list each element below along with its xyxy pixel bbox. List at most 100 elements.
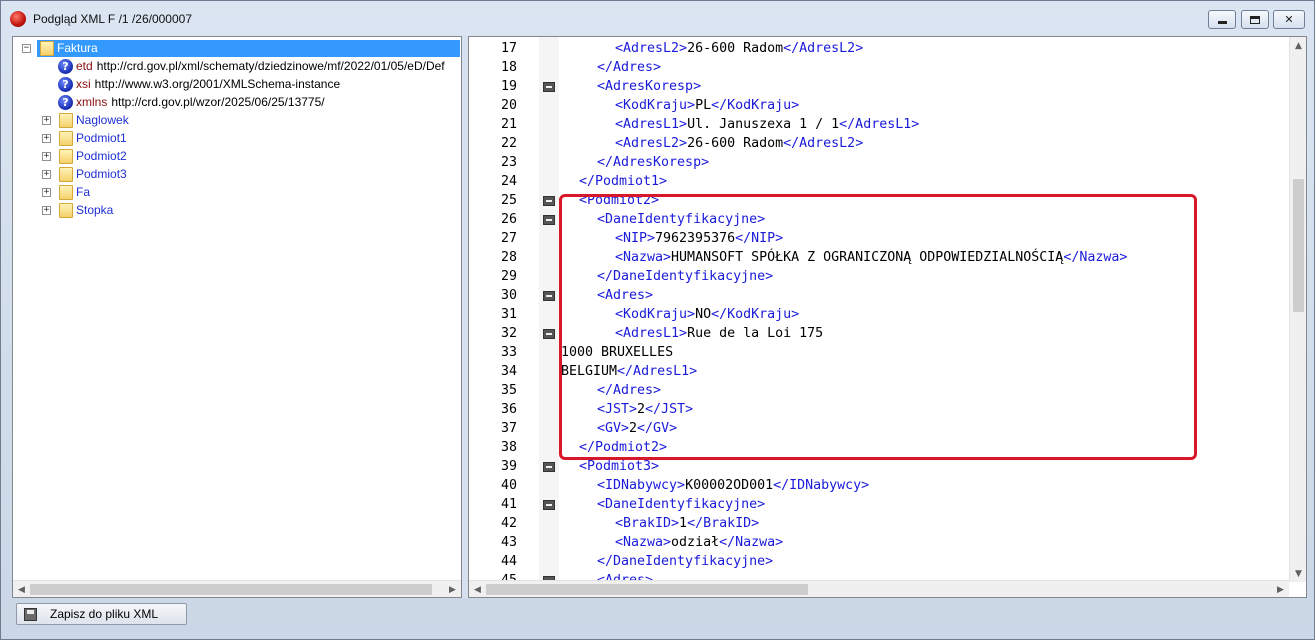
code-line[interactable]: 17 <AdresL2>26-600 Radom</AdresL2> (469, 39, 1289, 58)
tree-attribute[interactable]: ? xsi http://www.w3.org/2001/XMLSchema-ins… (58, 75, 340, 93)
code-line[interactable]: 20 <KodKraju>PL</KodKraju> (469, 96, 1289, 115)
tree-node[interactable]: Podmiot2 (59, 147, 127, 165)
code-text: <BrakID>1</BrakID> (615, 516, 759, 531)
scroll-right-icon[interactable]: ▶ (1272, 581, 1289, 597)
close-button[interactable]: ✕ (1273, 10, 1305, 29)
folder-icon (59, 148, 73, 164)
line-number: 26 (500, 212, 517, 227)
code-line[interactable]: 43 <Nazwa>odział</Nazwa> (469, 533, 1289, 552)
xml-preview-window: Podgląd XML F /1 /26/000007 ✕ − Faktura? e… (0, 0, 1315, 640)
code-line[interactable]: 39 <Podmiot3> (469, 457, 1289, 476)
expand-icon[interactable]: + (42, 116, 51, 125)
xml-tag: </Podmiot2> (579, 440, 668, 455)
tree-node[interactable]: Podmiot3 (59, 165, 127, 183)
tree-node[interactable]: Naglowek (59, 111, 129, 129)
collapse-icon[interactable]: − (22, 44, 31, 53)
code-line[interactable]: 24 </Podmiot1> (469, 172, 1289, 191)
fold-toggle-icon[interactable] (543, 462, 555, 472)
line-number: 31 (500, 307, 517, 322)
attribute-value: http://crd.gov.pl/xml/schematy/dziedzino… (96, 59, 445, 73)
expand-icon[interactable]: + (42, 134, 51, 143)
tree-node[interactable]: Podmiot1 (59, 129, 127, 147)
close-icon: ✕ (1284, 13, 1294, 26)
code-line[interactable]: 28 <Nazwa>HUMANSOFT SPÓŁKA Z OGRANICZONĄ … (469, 248, 1289, 267)
code-text: <AdresL1>Ul. Januszexa 1 / 1</AdresL1> (615, 117, 919, 132)
xml-tag: <AdresL1> (615, 326, 688, 341)
line-number: 38 (500, 440, 517, 455)
code-line[interactable]: 27 <NIP>7962395376</NIP> (469, 229, 1289, 248)
floppy-disk-icon (24, 607, 37, 621)
code-line[interactable]: 29 </DaneIdentyfikacyjne> (469, 267, 1289, 286)
scrollbar-thumb[interactable] (486, 584, 808, 595)
scroll-up-icon[interactable]: ▲ (1290, 37, 1306, 54)
xml-tag: <GV> (597, 421, 630, 436)
code-line[interactable]: 44 </DaneIdentyfikacyjne> (469, 552, 1289, 571)
xml-tag: <JST> (597, 402, 638, 417)
line-number: 43 (500, 535, 517, 550)
code-line[interactable]: 36 <JST>2</JST> (469, 400, 1289, 419)
fold-toggle-icon[interactable] (543, 215, 555, 225)
code-vertical-scrollbar[interactable]: ▲ ▼ (1289, 37, 1306, 582)
code-line[interactable]: 34 BELGIUM</AdresL1> (469, 362, 1289, 381)
scrollbar-thumb[interactable] (30, 584, 432, 595)
tree-node-label: Podmiot3 (76, 167, 127, 181)
xml-tag: </Nazwa> (719, 535, 784, 550)
code-line[interactable]: 19 <AdresKoresp> (469, 77, 1289, 96)
xml-value: Ul. Januszexa 1 / 1 (687, 117, 840, 132)
scrollbar-thumb[interactable] (1293, 179, 1304, 312)
xml-tag: </AdresL2> (783, 41, 864, 56)
code-text: 1000 BRUXELLES (561, 345, 673, 360)
code-line[interactable]: 32 <AdresL1>Rue de la Loi 175 (469, 324, 1289, 343)
expand-icon[interactable]: + (42, 188, 51, 197)
code-line[interactable]: 40 <IDNabywcy>K00002OD001</IDNabywcy> (469, 476, 1289, 495)
xml-value: 2 (629, 421, 638, 436)
expand-icon[interactable]: + (42, 206, 51, 215)
tree-attribute[interactable]: ? xmlns http://crd.gov.pl/wzor/2025/06/25/… (58, 93, 325, 111)
code-line[interactable]: 37 <GV>2</GV> (469, 419, 1289, 438)
code-line[interactable]: 38 </Podmiot2> (469, 438, 1289, 457)
tree-node[interactable]: Stopka (59, 201, 113, 219)
code-line[interactable]: 30 <Adres> (469, 286, 1289, 305)
minimize-button[interactable] (1208, 10, 1236, 29)
code-line[interactable]: 31 <KodKraju>NO</KodKraju> (469, 305, 1289, 324)
fold-toggle-icon[interactable] (543, 196, 555, 206)
fold-toggle-icon[interactable] (543, 329, 555, 339)
xml-tag: <Podmiot3> (579, 459, 660, 474)
code-line[interactable]: 23 </AdresKoresp> (469, 153, 1289, 172)
code-line[interactable]: 42 <BrakID>1</BrakID> (469, 514, 1289, 533)
xml-tag: </GV> (637, 421, 678, 436)
expand-icon[interactable]: + (42, 152, 51, 161)
save-button-label: Zapisz do pliku XML (50, 607, 159, 621)
attribute-name: xsi (76, 77, 91, 91)
tree-selection (37, 40, 460, 57)
scroll-left-icon[interactable]: ◀ (13, 581, 30, 597)
code-line[interactable]: 35 </Adres> (469, 381, 1289, 400)
code-horizontal-scrollbar[interactable]: ◀ ▶ (469, 580, 1289, 597)
code-line[interactable]: 41 <DaneIdentyfikacyjne> (469, 495, 1289, 514)
tree-node[interactable]: Fa (59, 183, 90, 201)
code-text: BELGIUM</AdresL1> (561, 364, 697, 379)
fold-toggle-icon[interactable] (543, 291, 555, 301)
scroll-left-icon[interactable]: ◀ (469, 581, 486, 597)
save-to-xml-button[interactable]: Zapisz do pliku XML (16, 603, 187, 625)
code-line[interactable]: 25 <Podmiot2> (469, 191, 1289, 210)
code-line[interactable]: 18 </Adres> (469, 58, 1289, 77)
tree-node-root[interactable]: Faktura (40, 39, 98, 57)
tree-attribute[interactable]: ? etd http://crd.gov.pl/xml/schematy/dzied… (58, 57, 445, 75)
xml-tree-view[interactable]: − Faktura? etd http://crd.gov.pl/xml/schema… (12, 36, 462, 598)
scroll-down-icon[interactable]: ▼ (1290, 565, 1306, 582)
code-line[interactable]: 33 1000 BRUXELLES (469, 343, 1289, 362)
code-line[interactable]: 21 <AdresL1>Ul. Januszexa 1 / 1</AdresL1> (469, 115, 1289, 134)
maximize-button[interactable] (1241, 10, 1269, 29)
code-line[interactable]: 22 <AdresL2>26-600 Radom</AdresL2> (469, 134, 1289, 153)
scroll-right-icon[interactable]: ▶ (444, 581, 461, 597)
expand-icon[interactable]: + (42, 170, 51, 179)
xml-source-view[interactable]: 17 <AdresL2>26-600 Radom</AdresL2> 18 </Adr… (468, 36, 1307, 598)
title-bar[interactable]: Podgląd XML F /1 /26/000007 ✕ (1, 1, 1314, 35)
tree-horizontal-scrollbar[interactable]: ◀ ▶ (13, 580, 461, 597)
code-line[interactable]: 26 <DaneIdentyfikacyjne> (469, 210, 1289, 229)
fold-toggle-icon[interactable] (543, 500, 555, 510)
attribute-name: etd (76, 59, 93, 73)
fold-toggle-icon[interactable] (543, 82, 555, 92)
xml-tag: </Podmiot1> (579, 174, 668, 189)
